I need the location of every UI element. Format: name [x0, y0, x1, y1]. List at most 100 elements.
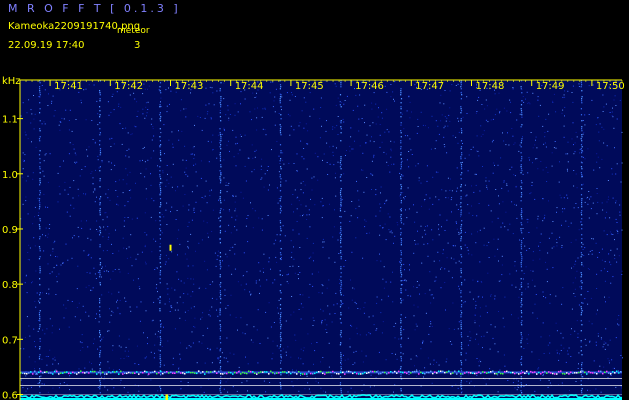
- noise-dot: [514, 204, 515, 206]
- noise-dot: [207, 236, 209, 238]
- noise-dot: [458, 260, 460, 262]
- noise-dot: [252, 92, 254, 94]
- interference-pixel: [400, 264, 403, 266]
- interference-pixel: [520, 168, 523, 170]
- interference-pixel: [340, 288, 342, 290]
- interference-pixel: [460, 296, 462, 298]
- noise-dot: [507, 229, 509, 231]
- noise-dot: [382, 321, 384, 323]
- noise-dot: [426, 225, 428, 227]
- carrier-band-pixel: [318, 371, 320, 373]
- noise-dot: [584, 247, 586, 249]
- interference-pixel: [520, 390, 522, 392]
- noise-dot: [180, 280, 182, 282]
- noise-dot: [190, 295, 192, 297]
- noise-dot: [458, 285, 460, 287]
- noise-dot: [433, 359, 435, 361]
- interference-pixel: [280, 126, 282, 128]
- carrier-band-pixel: [34, 370, 36, 372]
- noise-dot: [371, 174, 373, 176]
- carrier-band-pixel: [62, 372, 64, 374]
- noise-dot: [180, 110, 182, 112]
- noise-dot: [601, 202, 603, 204]
- noise-dot: [470, 149, 472, 150]
- interference-pixel: [581, 376, 583, 378]
- noise-dot: [299, 122, 301, 124]
- noise-dot: [23, 348, 25, 350]
- noise-dot: [435, 120, 437, 122]
- interference-pixel: [39, 158, 41, 160]
- interference-pixel: [159, 106, 161, 108]
- interference-pixel: [39, 136, 41, 138]
- noise-dot: [108, 291, 110, 293]
- interference-pixel: [581, 368, 583, 370]
- noise-dot: [113, 387, 115, 389]
- noise-dot: [339, 232, 341, 234]
- noise-dot: [435, 140, 437, 142]
- noise-dot: [136, 306, 138, 308]
- interference-pixel: [159, 386, 161, 388]
- noise-dot: [502, 222, 504, 224]
- noise-dot: [22, 152, 24, 154]
- interference-pixel: [520, 188, 523, 190]
- noise-dot: [193, 326, 195, 327]
- noise-dot: [62, 262, 63, 264]
- interference-pixel: [160, 340, 162, 342]
- noise-dot: [135, 258, 137, 260]
- interference-pixel: [279, 130, 281, 132]
- noise-dot: [536, 147, 538, 149]
- interference-pixel: [581, 214, 583, 216]
- noise-dot: [530, 192, 532, 194]
- noise-dot: [129, 94, 131, 96]
- noise-dot: [228, 119, 230, 121]
- interference-pixel: [159, 350, 161, 352]
- noise-dot: [169, 103, 170, 105]
- carrier-band-pixel: [590, 371, 592, 374]
- noise-dot: [326, 120, 327, 122]
- interference-pixel: [160, 154, 162, 156]
- interference-pixel: [400, 376, 402, 378]
- noise-dot: [530, 270, 532, 272]
- noise-dot: [422, 342, 424, 343]
- noise-dot: [87, 255, 89, 256]
- noise-dot: [555, 322, 557, 324]
- noise-dot: [85, 286, 87, 288]
- noise-dot: [331, 375, 333, 377]
- interference-pixel: [160, 230, 162, 232]
- interference-pixel: [99, 180, 101, 182]
- carrier-band-pixel: [218, 370, 220, 373]
- noise-dot: [150, 379, 152, 381]
- noise-dot: [298, 390, 300, 392]
- noise-dot: [300, 204, 302, 206]
- noise-dot: [537, 368, 539, 370]
- noise-dot: [34, 245, 36, 247]
- carrier-band-pixel: [350, 371, 352, 373]
- noise-dot: [53, 115, 55, 117]
- noise-dot: [22, 203, 24, 205]
- noise-dot: [245, 180, 247, 182]
- carrier-band-pixel: [282, 371, 284, 373]
- noise-dot: [527, 102, 529, 104]
- x-tick-label: 17:49: [536, 81, 565, 92]
- noise-dot: [184, 171, 186, 173]
- interference-pixel: [400, 280, 402, 282]
- interference-pixel: [219, 210, 221, 212]
- noise-dot: [584, 201, 586, 203]
- interference-pixel: [521, 242, 523, 244]
- noise-dot: [616, 118, 618, 120]
- noise-dot: [200, 177, 202, 179]
- noise-dot: [402, 280, 404, 282]
- noise-dot: [278, 198, 280, 199]
- noise-dot: [491, 221, 493, 223]
- carrier-band-pixel: [136, 371, 138, 373]
- interference-pixel: [400, 188, 402, 190]
- noise-dot: [337, 134, 339, 135]
- carrier-band-pixel: [564, 373, 566, 375]
- interference-pixel: [159, 274, 161, 276]
- interference-pixel: [340, 226, 342, 228]
- noise-dot: [291, 94, 293, 96]
- noise-dot: [293, 163, 295, 164]
- interference-pixel: [520, 214, 522, 216]
- noise-dot: [261, 229, 263, 231]
- noise-dot: [503, 354, 505, 356]
